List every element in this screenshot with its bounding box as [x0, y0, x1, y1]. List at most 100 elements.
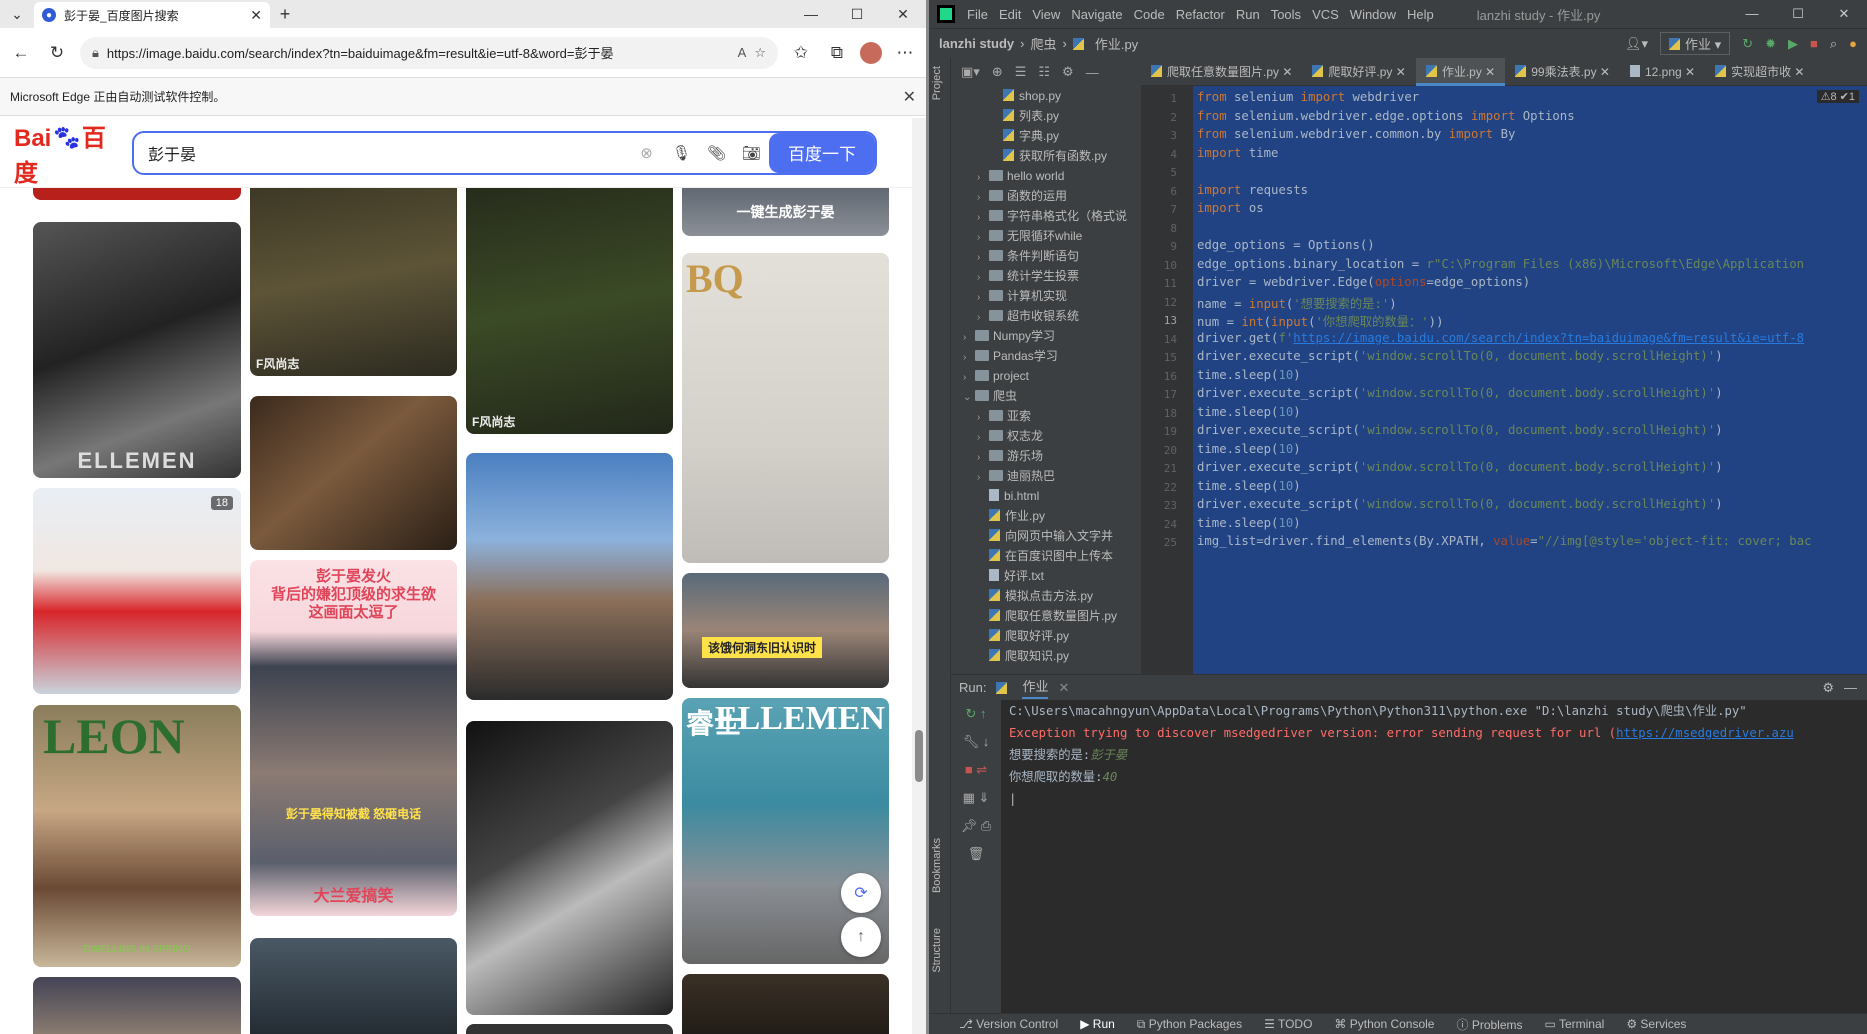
code-line[interactable]: import time — [1197, 146, 1278, 160]
code-line[interactable]: edge_options.binary_location = r"C:\Prog… — [1197, 257, 1804, 271]
tool-window-python-packages[interactable]: ⧉ Python Packages — [1137, 1017, 1242, 1032]
expand-arrow-icon[interactable]: › — [977, 408, 989, 428]
expand-arrow-icon[interactable]: › — [977, 208, 989, 228]
code-line[interactable]: driver = webdriver.Edge(options=edge_opt… — [1197, 275, 1530, 289]
code-line[interactable]: driver.get(f'https://image.baidu.com/sea… — [1197, 331, 1804, 345]
clear-icon[interactable]: ⊗ — [629, 144, 664, 162]
code-line[interactable]: driver.execute_script('window.scrollTo(0… — [1197, 460, 1723, 474]
result-image[interactable]: 一键生成彭于晏 — [682, 188, 889, 236]
search-box[interactable]: 彭于晏 ⊗ 🎙︎ 📎︎ 📷︎ 百度一下 — [132, 130, 877, 175]
menu-code[interactable]: Code — [1134, 7, 1165, 22]
expand-arrow-icon[interactable]: › — [977, 228, 989, 248]
rerun-icon[interactable]: ↻ ↑ — [951, 700, 1001, 728]
menu-navigate[interactable]: Navigate — [1071, 7, 1122, 22]
menu-run[interactable]: Run — [1236, 7, 1260, 22]
back-icon[interactable]: ← — [8, 43, 34, 63]
tree-item[interactable]: 作业.py — [951, 506, 1141, 526]
bookmarks-tool-tab[interactable]: Bookmarks — [931, 838, 943, 893]
code-line[interactable]: time.sleep(10) — [1197, 516, 1301, 530]
maximize-icon[interactable]: ☐ — [1775, 6, 1821, 22]
run-config-select[interactable]: 作业 ▾ — [1660, 32, 1731, 55]
code-line[interactable]: time.sleep(10) — [1197, 405, 1301, 419]
run-settings-icon[interactable]: ⚙ — [1822, 680, 1834, 696]
search-button[interactable]: 百度一下 — [769, 132, 875, 173]
locate-icon[interactable]: ⊕ — [992, 64, 1003, 80]
stop-icon[interactable]: ■ ⇌ — [951, 756, 1001, 784]
result-image[interactable] — [682, 974, 889, 1034]
menu-view[interactable]: View — [1032, 7, 1060, 22]
favorites-icon[interactable]: ✩ — [788, 43, 814, 63]
code-line[interactable]: img_list=driver.find_elements(By.XPATH, … — [1197, 534, 1812, 548]
code-line[interactable]: from selenium import webdriver — [1197, 90, 1419, 104]
maximize-icon[interactable]: ☐ — [834, 6, 880, 23]
rerun-icon[interactable]: ↻ — [1742, 36, 1753, 52]
tree-item[interactable]: › 统计学生投票 — [951, 266, 1141, 286]
tree-item[interactable]: ⌄ 爬虫 — [951, 386, 1141, 406]
minimize-icon[interactable]: — — [1729, 6, 1775, 22]
refresh-icon[interactable]: ↻ — [44, 43, 70, 63]
tree-item[interactable]: › project — [951, 366, 1141, 386]
result-image[interactable] — [466, 453, 673, 700]
editor-tab[interactable]: 作业.py ✕ — [1415, 57, 1506, 86]
expand-arrow-icon[interactable]: › — [977, 468, 989, 488]
inspection-widget[interactable]: ⚠8 ✔1 — [1816, 90, 1859, 103]
tree-item[interactable]: › 字符串格式化（格式说 — [951, 206, 1141, 226]
code-area[interactable]: from selenium import webdriver from selen… — [1193, 86, 1867, 674]
tree-item[interactable]: 字典.py — [951, 126, 1141, 146]
tree-item[interactable]: › 迪丽热巴 — [951, 466, 1141, 486]
updates-icon[interactable]: ● — [1849, 36, 1857, 51]
breadcrumb-file[interactable]: 作业.py — [1095, 34, 1138, 53]
breadcrumb-project[interactable]: lanzhi study — [939, 36, 1014, 51]
back-to-top-icon[interactable]: ↑ — [841, 917, 881, 957]
tree-item[interactable]: bi.html — [951, 486, 1141, 506]
code-line[interactable]: time.sleep(10) — [1197, 368, 1301, 382]
tree-item[interactable]: 模拟点击方法.py — [951, 586, 1141, 606]
editor-tab[interactable]: 实现超市收 ✕ — [1705, 58, 1814, 86]
new-tab-icon[interactable]: + — [270, 4, 300, 25]
tab-actions-icon[interactable]: ⌄ — [0, 6, 34, 23]
tree-item[interactable]: › hello world — [951, 166, 1141, 186]
menu-vcs[interactable]: VCS — [1312, 7, 1339, 22]
code-line[interactable]: driver.execute_script('window.scrollTo(0… — [1197, 497, 1723, 511]
menu-file[interactable]: File — [967, 7, 988, 22]
code-line[interactable]: import requests — [1197, 183, 1308, 197]
code-line[interactable]: from selenium.webdriver.common.by import… — [1197, 127, 1515, 141]
editor-tab[interactable]: 爬取任意数量图片.py ✕ — [1141, 58, 1302, 86]
tree-item[interactable]: shop.py — [951, 86, 1141, 106]
result-image[interactable] — [466, 721, 673, 1015]
coverage-icon[interactable]: ▶ — [1788, 36, 1798, 52]
tree-item[interactable]: 列表.py — [951, 106, 1141, 126]
expand-arrow-icon[interactable]: ⌄ — [963, 388, 975, 408]
pin-icon[interactable]: 📌︎ ⎙ — [951, 812, 1001, 840]
tree-item[interactable]: 爬取好评.py — [951, 626, 1141, 646]
user-icon[interactable]: 👤︎▾ — [1625, 36, 1648, 52]
tree-item[interactable]: › 权志龙 — [951, 426, 1141, 446]
result-image[interactable]: 该饿何洞东旧认识时 — [682, 573, 889, 688]
menu-edit[interactable]: Edit — [999, 7, 1021, 22]
expand-arrow-icon[interactable]: › — [977, 168, 989, 188]
code-line[interactable]: driver.execute_script('window.scrollTo(0… — [1197, 349, 1723, 363]
code-line[interactable]: edge_options = Options() — [1197, 238, 1375, 252]
run-tab[interactable]: 作业 — [1022, 676, 1049, 699]
expand-arrow-icon[interactable]: › — [977, 448, 989, 468]
result-image[interactable]: LEON DWELLING IN SPRING — [33, 705, 241, 967]
scrollbar-thumb[interactable] — [915, 730, 923, 782]
result-image[interactable] — [250, 938, 457, 1034]
structure-tool-tab[interactable]: Structure — [931, 928, 943, 973]
tool-window-run[interactable]: ▶ Run — [1080, 1017, 1115, 1031]
tree-item[interactable]: › 计算机实现 — [951, 286, 1141, 306]
baidu-logo[interactable]: Bai🐾︎百度 — [14, 118, 118, 188]
result-image[interactable] — [250, 396, 457, 550]
wrench-icon[interactable]: 🔧︎ ↓ — [951, 728, 1001, 756]
code-line[interactable]: import os — [1197, 201, 1264, 215]
result-image[interactable]: F风尚志 — [250, 188, 457, 376]
tree-item[interactable]: › Pandas学习 — [951, 346, 1141, 366]
favorite-star-icon[interactable]: ☆ — [754, 45, 766, 61]
more-icon[interactable]: ⋯ — [892, 43, 918, 63]
feedback-float-icon[interactable]: ⟳ — [841, 873, 881, 913]
expand-arrow-icon[interactable]: › — [963, 348, 975, 368]
expand-arrow-icon[interactable]: › — [963, 368, 975, 388]
code-line[interactable]: num = int(input('你想爬取的数量：')) — [1197, 312, 1443, 330]
camera-icon[interactable]: 📷︎ — [734, 144, 769, 162]
tree-item[interactable]: › 超市收银系统 — [951, 306, 1141, 326]
